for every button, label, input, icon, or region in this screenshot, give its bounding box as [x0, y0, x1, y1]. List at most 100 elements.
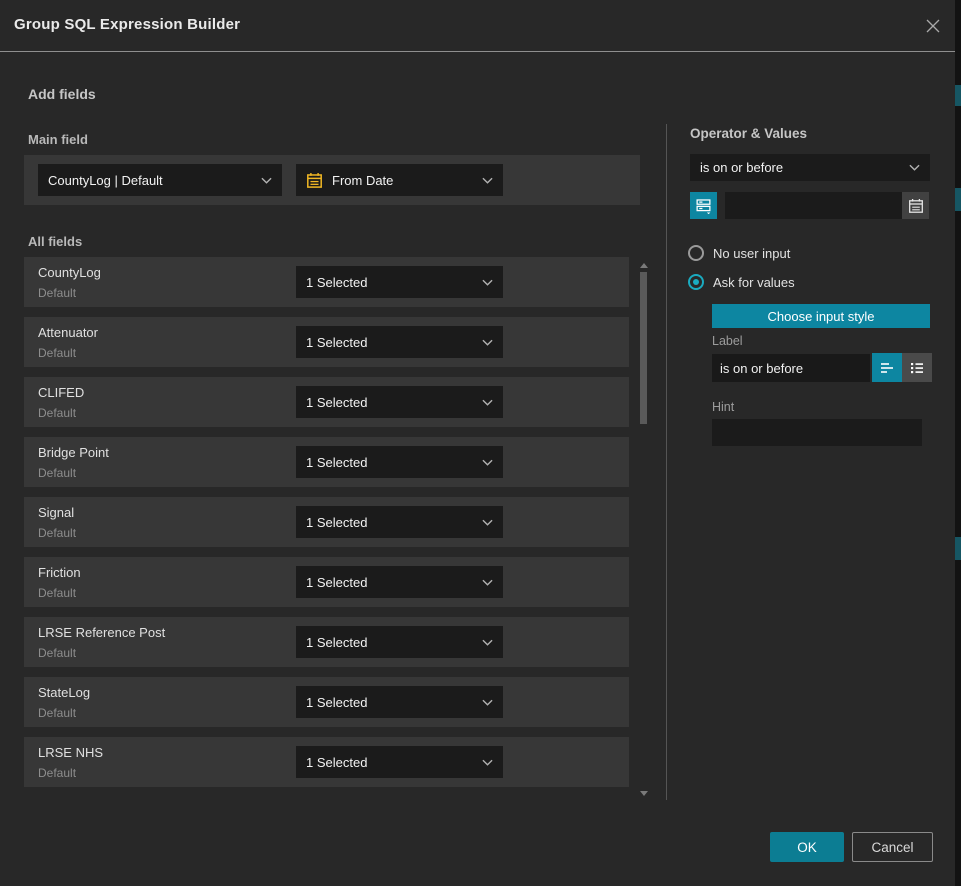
- field-row: LRSE Reference Post Default 1 Selected: [24, 617, 629, 667]
- main-field-heading: Main field: [28, 132, 88, 147]
- radio-label: Ask for values: [713, 275, 795, 290]
- scrollbar-down-arrow[interactable]: [640, 791, 648, 796]
- field-row: Friction Default 1 Selected: [24, 557, 629, 607]
- field-default-label: Default: [38, 586, 76, 600]
- field-name: Signal: [38, 505, 74, 520]
- field-default-label: Default: [38, 706, 76, 720]
- radio-no-user-input[interactable]: No user input: [688, 245, 790, 261]
- chevron-down-icon: [482, 519, 493, 526]
- bulleted-list-icon: [909, 360, 925, 376]
- background-accent-strip: [955, 188, 961, 211]
- field-name: Bridge Point: [38, 445, 109, 460]
- ok-button[interactable]: OK: [770, 832, 844, 862]
- field-values-select[interactable]: 1 Selected: [296, 266, 503, 298]
- chevron-down-icon: [482, 339, 493, 346]
- field-values-select-value: 1 Selected: [306, 575, 482, 590]
- calendar-icon: [908, 198, 924, 214]
- all-fields-heading: All fields: [28, 234, 82, 249]
- operator-select-value: is on or before: [700, 160, 909, 175]
- choose-input-style-button[interactable]: Choose input style: [712, 304, 930, 328]
- field-name: Friction: [38, 565, 81, 580]
- field-values-select[interactable]: 1 Selected: [296, 506, 503, 538]
- background-accent-strip: [955, 85, 961, 106]
- chevron-down-icon: [482, 579, 493, 586]
- operator-values-heading: Operator & Values: [690, 126, 807, 141]
- field-values-select-value: 1 Selected: [306, 395, 482, 410]
- chevron-down-icon: [482, 759, 493, 766]
- field-name: LRSE NHS: [38, 745, 103, 760]
- field-name: CountyLog: [38, 265, 101, 280]
- field-values-select[interactable]: 1 Selected: [296, 326, 503, 358]
- field-values-select[interactable]: 1 Selected: [296, 386, 503, 418]
- dialog-titlebar: Group SQL Expression Builder: [0, 0, 955, 52]
- input-rows-icon: [695, 197, 712, 214]
- scrollbar-thumb[interactable]: [640, 272, 647, 424]
- value-type-icon-button[interactable]: [690, 192, 717, 219]
- field-values-select-value: 1 Selected: [306, 515, 482, 530]
- chevron-down-icon: [482, 399, 493, 406]
- radio-label: No user input: [713, 246, 790, 261]
- date-value-input[interactable]: [725, 192, 902, 219]
- single-line-style-button[interactable]: [872, 353, 902, 382]
- main-field-select[interactable]: From Date: [296, 164, 503, 196]
- field-name: StateLog: [38, 685, 90, 700]
- field-row: CLIFED Default 1 Selected: [24, 377, 629, 427]
- radio-ask-for-values[interactable]: Ask for values: [688, 274, 795, 290]
- field-row: StateLog Default 1 Selected: [24, 677, 629, 727]
- main-field-row: CountyLog | Default From Date: [24, 155, 640, 205]
- main-layer-select-value: CountyLog | Default: [48, 173, 261, 188]
- field-default-label: Default: [38, 646, 76, 660]
- chevron-down-icon: [482, 699, 493, 706]
- hint-input[interactable]: [712, 419, 922, 446]
- field-values-select-value: 1 Selected: [306, 695, 482, 710]
- main-field-select-value: From Date: [332, 173, 482, 188]
- field-row: Signal Default 1 Selected: [24, 497, 629, 547]
- dialog-title: Group SQL Expression Builder: [14, 16, 240, 33]
- field-values-select-value: 1 Selected: [306, 455, 482, 470]
- background-accent-strip: [955, 537, 961, 560]
- main-layer-select[interactable]: CountyLog | Default: [38, 164, 282, 196]
- hint-field-label: Hint: [712, 400, 734, 414]
- field-row: Attenuator Default 1 Selected: [24, 317, 629, 367]
- field-name: Attenuator: [38, 325, 98, 340]
- field-values-select[interactable]: 1 Selected: [296, 446, 503, 478]
- field-row: LRSE NHS Default 1 Selected: [24, 737, 629, 787]
- group-sql-expression-builder-dialog: Group SQL Expression Builder Add fields …: [0, 0, 955, 886]
- chevron-down-icon: [482, 639, 493, 646]
- date-picker-button[interactable]: [902, 192, 929, 219]
- add-fields-heading: Add fields: [28, 86, 96, 102]
- chevron-down-icon: [909, 164, 920, 171]
- field-default-label: Default: [38, 346, 76, 360]
- label-field-label: Label: [712, 334, 743, 348]
- align-left-icon: [879, 360, 895, 376]
- field-default-label: Default: [38, 766, 76, 780]
- field-default-label: Default: [38, 526, 76, 540]
- chevron-down-icon: [482, 177, 493, 184]
- field-values-select-value: 1 Selected: [306, 335, 482, 350]
- field-default-label: Default: [38, 466, 76, 480]
- list-style-button[interactable]: [902, 353, 932, 382]
- chevron-down-icon: [482, 279, 493, 286]
- field-values-select[interactable]: 1 Selected: [296, 566, 503, 598]
- scrollbar-up-arrow[interactable]: [640, 263, 648, 268]
- close-icon[interactable]: [923, 16, 943, 36]
- all-fields-list: CountyLog Default 1 Selected Attenuator …: [24, 257, 629, 797]
- field-values-select[interactable]: 1 Selected: [296, 686, 503, 718]
- field-values-select-value: 1 Selected: [306, 755, 482, 770]
- field-row: CountyLog Default 1 Selected: [24, 257, 629, 307]
- field-default-label: Default: [38, 286, 76, 300]
- field-name: CLIFED: [38, 385, 84, 400]
- operator-select[interactable]: is on or before: [690, 154, 930, 181]
- label-input[interactable]: [712, 354, 870, 382]
- radio-circle[interactable]: [688, 274, 704, 290]
- chevron-down-icon: [482, 459, 493, 466]
- field-values-select-value: 1 Selected: [306, 275, 482, 290]
- field-values-select-value: 1 Selected: [306, 635, 482, 650]
- radio-circle[interactable]: [688, 245, 704, 261]
- chevron-down-icon: [261, 177, 272, 184]
- field-values-select[interactable]: 1 Selected: [296, 626, 503, 658]
- screen: Group SQL Expression Builder Add fields …: [0, 0, 961, 886]
- field-name: LRSE Reference Post: [38, 625, 165, 640]
- cancel-button[interactable]: Cancel: [852, 832, 933, 862]
- field-values-select[interactable]: 1 Selected: [296, 746, 503, 778]
